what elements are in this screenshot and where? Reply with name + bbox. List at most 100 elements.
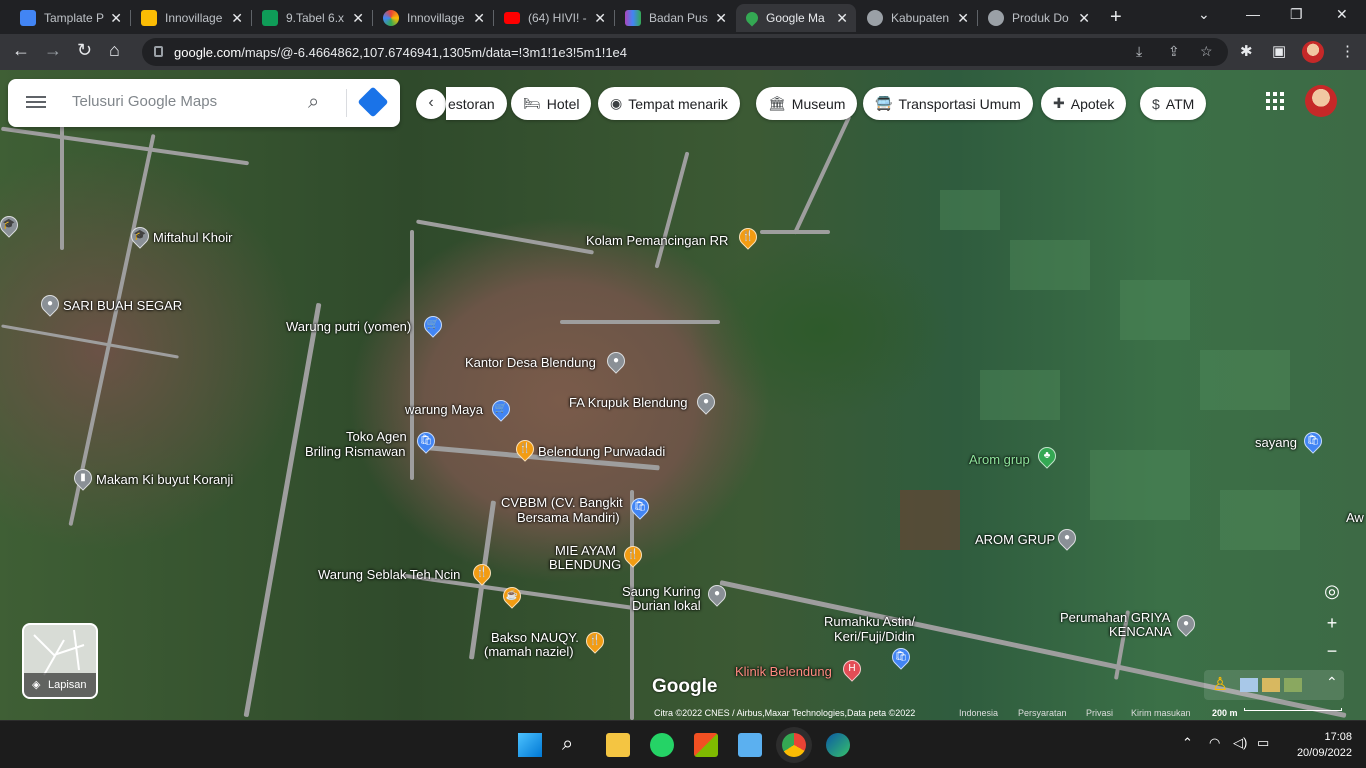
place-label[interactable]: Briling Rismawan: [305, 445, 405, 459]
restaurant-pin-icon[interactable]: 🍴: [735, 224, 761, 250]
side-panel-icon[interactable]: ▣: [1272, 42, 1286, 60]
place-label[interactable]: MIE AYAM: [555, 544, 616, 558]
restaurant-pin-icon[interactable]: 🍴: [469, 560, 495, 586]
install-app-icon[interactable]: ⤓: [1136, 43, 1142, 60]
chip-transportasi[interactable]: 🚍 Transportasi Umum: [863, 87, 1033, 120]
store-icon[interactable]: [694, 733, 718, 757]
forward-icon[interactable]: →: [44, 40, 62, 61]
close-tab-icon[interactable]: ✕: [957, 10, 969, 27]
expand-icon[interactable]: ⌃: [1326, 674, 1338, 691]
place-label[interactable]: Arom grup: [969, 453, 1030, 467]
shopping-pin-icon[interactable]: 🛍: [888, 644, 914, 670]
bookmark-star-icon[interactable]: ☆: [1200, 43, 1213, 60]
zoom-in-button[interactable]: +: [1318, 610, 1346, 638]
satellite-map[interactable]: 🍴 Kolam Pemancingan RR 🎓 Miftahul Khoir …: [0, 70, 1366, 720]
menu-kebab-icon[interactable]: ⋮: [1340, 42, 1355, 60]
cemetery-pin-icon[interactable]: ▮: [70, 465, 96, 491]
place-label[interactable]: Kantor Desa Blendung: [465, 356, 596, 370]
chip-museum[interactable]: 🏛 Museum: [756, 87, 858, 120]
file-explorer-icon[interactable]: [606, 733, 630, 757]
back-icon[interactable]: ←: [12, 40, 30, 61]
tab-search-icon[interactable]: ⌄: [1198, 6, 1210, 23]
footer-link[interactable]: Persyaratan: [1018, 708, 1067, 718]
place-pin-icon[interactable]: ●: [603, 348, 629, 374]
shopping-pin-icon[interactable]: 🛒: [420, 312, 446, 338]
notepad-icon[interactable]: [738, 733, 762, 757]
chrome-icon[interactable]: [782, 733, 806, 757]
hamburger-menu-icon[interactable]: [26, 93, 46, 111]
url-text[interactable]: google.com/maps/@-6.4664862,107.6746941,…: [174, 45, 627, 60]
place-label[interactable]: Bakso NAUQY.: [491, 631, 579, 645]
place-label[interactable]: Kolam Pemancingan RR: [586, 234, 728, 248]
volume-icon[interactable]: ◁): [1233, 735, 1247, 751]
imagery-thumb[interactable]: [1240, 678, 1258, 692]
tab-3[interactable]: Innovillage ✕: [373, 4, 493, 32]
edge-icon[interactable]: [826, 733, 850, 757]
imagery-thumb[interactable]: [1262, 678, 1280, 692]
place-label[interactable]: Keri/Fuji/Didin: [834, 630, 915, 644]
start-icon[interactable]: [518, 733, 542, 757]
clock[interactable]: 17:08 20/09/2022: [1297, 729, 1352, 761]
place-label[interactable]: Klinik Belendung: [735, 665, 832, 679]
share-icon[interactable]: ⇪: [1168, 43, 1180, 60]
shopping-pin-icon[interactable]: 🛒: [488, 396, 514, 422]
restore-icon[interactable]: ❐: [1290, 6, 1303, 23]
extensions-icon[interactable]: ✱: [1240, 42, 1253, 60]
hospital-pin-icon[interactable]: H: [839, 656, 865, 682]
place-label[interactable]: Toko Agen: [346, 430, 407, 444]
close-tab-icon[interactable]: ✕: [473, 10, 485, 27]
search-icon[interactable]: ⌕: [562, 733, 586, 757]
tray-chevron-icon[interactable]: ⌃: [1182, 735, 1193, 751]
profile-avatar[interactable]: [1302, 41, 1324, 63]
reload-icon[interactable]: ↻: [77, 40, 92, 61]
place-label[interactable]: Makam Ki buyut Koranji: [96, 473, 233, 487]
place-label[interactable]: FA Krupuk Blendung: [569, 396, 688, 410]
place-label[interactable]: warung Maya: [405, 403, 483, 417]
park-pin-icon[interactable]: ♣: [1034, 443, 1060, 469]
place-pin-icon[interactable]: ●: [693, 389, 719, 415]
chip-tempat-menarik[interactable]: ◉ Tempat menarik: [598, 87, 740, 120]
minimize-icon[interactable]: —: [1246, 6, 1260, 22]
close-tab-icon[interactable]: ✕: [836, 10, 848, 27]
close-tab-icon[interactable]: ✕: [231, 10, 243, 27]
imagery-thumb[interactable]: [1284, 678, 1302, 692]
tab-7[interactable]: Kabupaten ✕: [857, 4, 977, 32]
restaurant-pin-icon[interactable]: 🍴: [620, 542, 646, 568]
close-tab-icon[interactable]: ✕: [352, 10, 364, 27]
close-tab-icon[interactable]: ✕: [1078, 10, 1090, 27]
address-bar[interactable]: google.com/maps/@-6.4664862,107.6746941,…: [142, 38, 1228, 66]
restaurant-pin-icon[interactable]: 🍴: [582, 628, 608, 654]
place-label[interactable]: AROM GRUP: [975, 533, 1055, 547]
place-pin-icon[interactable]: ●: [37, 291, 63, 317]
place-label[interactable]: sayang: [1255, 436, 1297, 450]
footer-link[interactable]: Kirim masukan: [1131, 708, 1191, 718]
place-label[interactable]: Warung Seblak Teh Ncin: [318, 568, 460, 582]
place-label[interactable]: KENCANA: [1109, 625, 1172, 639]
scale-label[interactable]: 200 m: [1212, 708, 1238, 718]
cafe-pin-icon[interactable]: ☕: [499, 583, 525, 609]
tab-4[interactable]: (64) HIVI! - ✕: [494, 4, 614, 32]
home-icon[interactable]: ⌂: [109, 40, 120, 61]
pegman-icon[interactable]: ♙: [1212, 674, 1228, 695]
place-label[interactable]: Aw: [1346, 511, 1364, 525]
place-label[interactable]: Warung putri (yomen): [286, 320, 411, 334]
place-label[interactable]: Durian lokal: [632, 599, 701, 613]
place-label[interactable]: (mamah naziel): [484, 645, 574, 659]
wifi-icon[interactable]: ◠: [1209, 735, 1220, 751]
search-input[interactable]: [72, 93, 292, 110]
my-location-icon[interactable]: ◎: [1318, 578, 1346, 606]
chip-restoran[interactable]: estoran: [446, 87, 507, 120]
battery-icon[interactable]: ▭: [1257, 735, 1269, 751]
google-apps-icon[interactable]: [1266, 92, 1284, 110]
place-label[interactable]: CVBBM (CV. Bangkit: [501, 496, 623, 510]
place-label[interactable]: Saung Kuring: [622, 585, 701, 599]
place-label[interactable]: BLENDUNG: [549, 558, 621, 572]
chevron-left-icon[interactable]: ‹: [416, 89, 446, 119]
close-tab-icon[interactable]: ✕: [110, 10, 122, 27]
account-avatar[interactable]: [1305, 85, 1337, 117]
chip-apotek[interactable]: ✚ Apotek: [1041, 87, 1127, 120]
layers-toggle[interactable]: ◈ Lapisan: [22, 623, 98, 699]
close-window-icon[interactable]: ✕: [1336, 6, 1348, 23]
place-label[interactable]: Perumahan GRIYA: [1060, 611, 1170, 625]
footer-link[interactable]: Indonesia: [959, 708, 998, 718]
